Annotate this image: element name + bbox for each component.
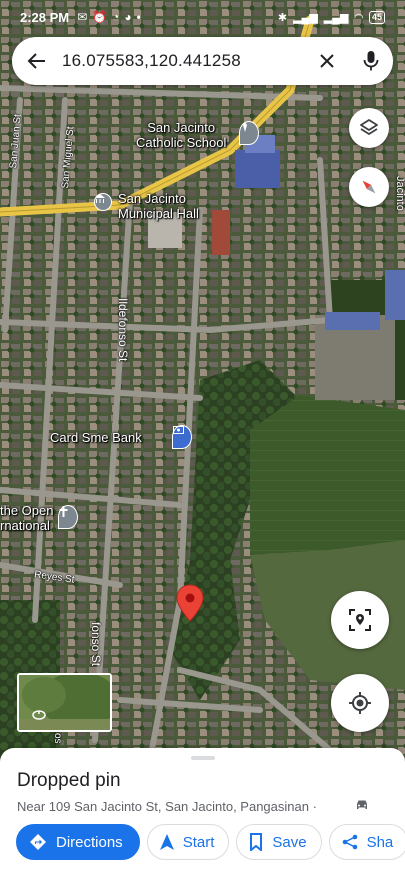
map-imagery: [0, 0, 405, 760]
battery-icon: 45: [368, 10, 385, 24]
layers-icon: [360, 119, 378, 135]
place-bottom-sheet[interactable]: Dropped pin Near 109 San Jacinto St, San…: [0, 748, 405, 878]
share-label: Sha: [366, 833, 394, 851]
bank-icon[interactable]: [172, 425, 192, 449]
signal-icon: ▂▄▆: [293, 11, 318, 24]
bluetooth-icon: ✱: [277, 11, 288, 24]
arrow-back-icon: [27, 53, 45, 69]
church-icon[interactable]: [239, 121, 259, 145]
directions-label: Directions: [56, 833, 123, 851]
search-bar[interactable]: 16.075583,120.441258: [12, 37, 393, 85]
directions-icon: [29, 833, 47, 851]
my-location-icon: [349, 692, 371, 714]
messenger-icon: ◔: [112, 10, 120, 24]
navigation-arrow-icon: [159, 834, 174, 850]
compass-button[interactable]: [349, 167, 389, 207]
car-icon: [357, 800, 367, 809]
search-query[interactable]: 16.075583,120.441258: [62, 51, 305, 71]
mail-icon: ✉: [77, 10, 88, 24]
street-jacinto: Jacinto: [394, 176, 405, 211]
wifi-icon: ◠: [354, 11, 363, 24]
start-label: Start: [182, 833, 215, 851]
status-bar: 2:28 PM ✉ ⏰ ◔ ◕ • ✱ ▂▄▆ ▂▄▆ ◠ 45: [0, 0, 405, 34]
label-school[interactable]: the Open rnational: [0, 503, 54, 533]
mic-icon: [363, 51, 379, 71]
my-location-button[interactable]: [331, 674, 389, 732]
street-view-thumbnail[interactable]: [17, 673, 112, 732]
street-ildefonso: Ildefonso St: [116, 298, 130, 362]
status-time: 2:28 PM: [20, 9, 70, 25]
start-button[interactable]: Start: [146, 824, 230, 860]
street-ildefonso-lower: fonso St: [89, 622, 103, 667]
satellite-map[interactable]: San Jacinto Catholic School San Jacinto …: [0, 0, 405, 760]
clear-button[interactable]: [305, 37, 349, 85]
app-icon: ◕: [124, 10, 132, 24]
bookmark-icon: [249, 833, 263, 851]
signal-icon-2: ▂▄▆: [323, 11, 349, 24]
share-button[interactable]: Sha: [328, 824, 405, 860]
label-bank[interactable]: Card Sme Bank: [50, 430, 142, 445]
street-left-edge: os: [52, 733, 63, 744]
more-icon: •: [136, 10, 141, 24]
municipal-hall-icon[interactable]: [94, 193, 112, 211]
voice-search-button[interactable]: [349, 37, 393, 85]
label-municipal-hall[interactable]: San Jacinto Municipal Hall: [118, 191, 199, 221]
compass-icon: [362, 180, 376, 194]
place-address: Near 109 San Jacinto St, San Jacinto, Pa…: [17, 799, 317, 814]
system-icons: ✱ ▂▄▆ ▂▄▆ ◠ 45: [277, 10, 385, 24]
lens-button[interactable]: [331, 591, 389, 649]
sheet-drag-handle[interactable]: [191, 756, 215, 760]
action-chips: Directions Start Save Sha: [16, 824, 405, 860]
share-icon: [342, 834, 358, 850]
close-icon: [320, 54, 334, 68]
back-button[interactable]: [12, 37, 62, 85]
directions-button[interactable]: Directions: [16, 824, 140, 860]
save-button[interactable]: Save: [236, 824, 322, 860]
lens-icon: [349, 609, 371, 631]
cross-icon[interactable]: [58, 505, 78, 529]
alarm-icon: ⏰: [92, 10, 108, 24]
save-label: Save: [272, 833, 307, 851]
layers-button[interactable]: [349, 108, 389, 148]
place-title: Dropped pin: [17, 770, 121, 791]
label-catholic-school[interactable]: San Jacinto Catholic School: [136, 120, 226, 150]
notification-icons: ✉ ⏰ ◔ ◕ •: [77, 10, 141, 24]
